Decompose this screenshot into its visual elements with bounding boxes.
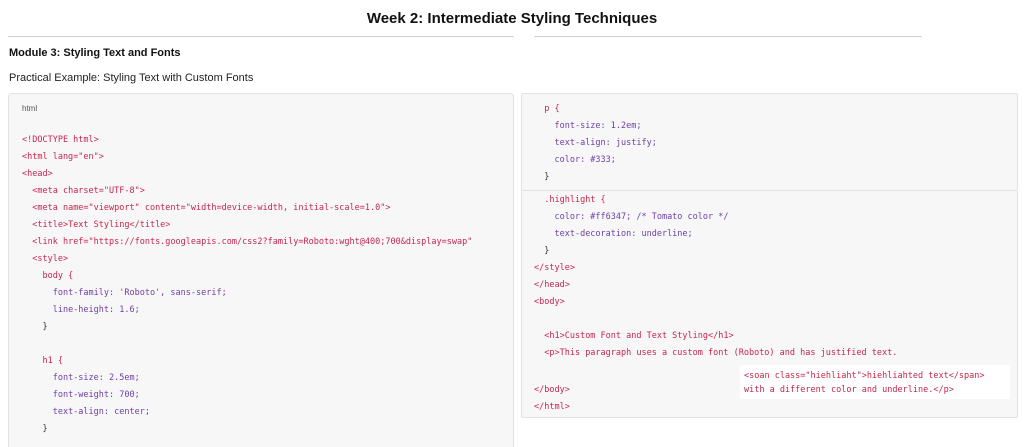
page: Week 2: Intermediate Styling Techniques … xyxy=(0,0,1024,447)
code-listing-right-bottom: .highlight { color: #ff6347; /* Tomato c… xyxy=(534,192,897,362)
code-line: font-weight: 700; xyxy=(22,387,472,404)
highlight-selector-line: .highlight { xyxy=(544,195,606,205)
p-element-line: <p>This paragraph uses a custom font (Ro… xyxy=(544,348,898,358)
body-close-line: </body> xyxy=(534,385,570,395)
style-close-line: </style> xyxy=(534,263,575,273)
code-listing-left: <!DOCTYPE html> <html lang="en"> <head> <m… xyxy=(22,132,472,438)
code-listing-closing: </body> </html> xyxy=(534,365,570,416)
close-brace-line: } xyxy=(42,424,48,434)
p-selector-line: p { xyxy=(544,104,560,114)
code-listing-right-top: p { font-size: 1.2em; text-align: justif… xyxy=(534,101,657,186)
head-open-line: <head> xyxy=(22,169,53,179)
html-close-line: </html> xyxy=(534,402,570,412)
link-tag-line: <link href="https://fonts.googleapis.com… xyxy=(32,237,473,247)
code-line: <style> xyxy=(22,251,472,268)
module-heading: Module 3: Styling Text and Fonts xyxy=(9,47,181,59)
close-brace-line: } xyxy=(42,322,48,332)
doctype-line: <!DOCTYPE html> xyxy=(22,135,99,145)
code-line: p { xyxy=(534,101,657,118)
highlight-color-line: color: #ff6347; /* Tomato color */ xyxy=(554,212,729,222)
code-line: font-size: 1.2em; xyxy=(534,118,657,135)
code-line: color: #ff6347; /* Tomato color */ xyxy=(534,209,897,226)
code-line: line-height: 1.6; xyxy=(22,302,472,319)
code-line: text-align: center; xyxy=(22,404,472,421)
section-subheading: Practical Example: Styling Text with Cus… xyxy=(9,72,254,84)
code-line: <link href="https://fonts.googleapis.com… xyxy=(22,234,472,251)
code-line: h1 { xyxy=(22,353,472,370)
code-line: } xyxy=(534,243,897,260)
code-line: <p>This paragraph uses a custom font (Ro… xyxy=(534,345,897,362)
code-line: </style> xyxy=(534,260,897,277)
code-line: color: #333; xyxy=(534,152,657,169)
title-divider-left xyxy=(8,36,514,37)
code-line: <body> xyxy=(534,294,897,311)
code-line: <title>Text Styling</title> xyxy=(22,217,472,234)
code-line: font-family: 'Roboto', sans-serif; xyxy=(22,285,472,302)
code-line: </head> xyxy=(534,277,897,294)
meta-charset-line: <meta charset="UTF-8"> xyxy=(32,186,145,196)
code-line: </body> xyxy=(534,382,570,399)
head-close-line: </head> xyxy=(534,280,570,290)
code-line: .highlight { xyxy=(534,192,897,209)
code-line: <meta charset="UTF-8"> xyxy=(22,183,472,200)
p-color-line: color: #333; xyxy=(554,155,616,165)
h1-element-line: <h1>Custom Font and Text Styling</h1> xyxy=(544,331,734,341)
body-open-line: <body> xyxy=(534,297,565,307)
body-font-family-line: font-family: 'Roboto', sans-serif; xyxy=(52,288,227,298)
body-selector-line: body { xyxy=(42,271,74,281)
code-line: <html lang="en"> xyxy=(22,149,472,166)
code-line: text-decoration: underline; xyxy=(534,226,897,243)
highlight-decoration-line: text-decoration: underline; xyxy=(554,229,693,239)
code-line: </html> xyxy=(534,399,570,416)
code-line: text-align: justify; xyxy=(534,135,657,152)
h1-selector-line: h1 { xyxy=(42,356,63,366)
code-line: } xyxy=(22,319,472,336)
code-line: } xyxy=(534,169,657,186)
html-open-line: <html lang="en"> xyxy=(22,152,104,162)
code-line: <!DOCTYPE html> xyxy=(22,132,472,149)
code-line: with a different color and underline.</p… xyxy=(744,383,985,397)
h1-font-size-line: font-size: 2.5em; xyxy=(52,373,140,383)
p-continued-line: with a different color and underline.</p… xyxy=(744,385,954,395)
style-open-line: <style> xyxy=(32,254,69,264)
title-tag-line: <title>Text Styling</title> xyxy=(32,220,171,230)
span-element-line: <soan class="hiehliaht">hiehliahted text… xyxy=(744,371,985,381)
code-line: body { xyxy=(22,268,472,285)
code-line: font-size: 2.5em; xyxy=(22,370,472,387)
code-line: } xyxy=(22,421,472,438)
h1-text-align-line: text-align: center; xyxy=(52,407,150,417)
code-line: <soan class="hiehliaht">hiehliahted text… xyxy=(744,369,985,383)
code-line: <head> xyxy=(22,166,472,183)
code-language-label: html xyxy=(22,104,38,113)
code-line: <meta name="viewport" content="width=dev… xyxy=(22,200,472,217)
h1-font-weight-line: font-weight: 700; xyxy=(52,390,140,400)
title-divider-right xyxy=(534,36,922,37)
meta-viewport-line: <meta name="viewport" content="width=dev… xyxy=(32,203,391,213)
p-font-size-line: font-size: 1.2em; xyxy=(554,121,642,131)
code-listing-span: <soan class="hiehliaht">hiehliahted text… xyxy=(744,369,985,397)
body-line-height-line: line-height: 1.6; xyxy=(52,305,140,315)
page-title: Week 2: Intermediate Styling Techniques xyxy=(366,10,658,27)
close-brace-line: } xyxy=(544,246,550,256)
p-text-align-line: text-align: justify; xyxy=(554,138,657,148)
close-brace-line: } xyxy=(544,172,550,182)
code-line: <h1>Custom Font and Text Styling</h1> xyxy=(534,328,897,345)
